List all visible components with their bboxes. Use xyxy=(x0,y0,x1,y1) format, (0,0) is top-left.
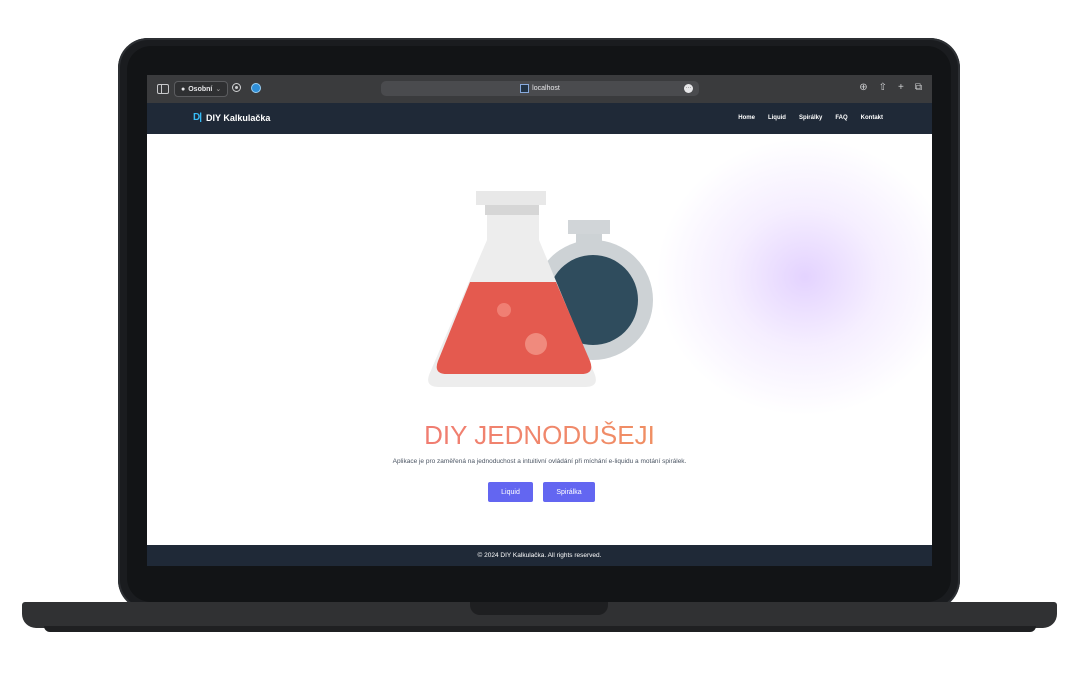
brand-logo-icon: D| xyxy=(193,112,202,123)
browser-window: ● Osobní ⌄ localhost ··· ⊕ ⇧ + ⧉ D| DIY … xyxy=(147,75,932,566)
download-icon[interactable]: ⊕ xyxy=(859,82,867,93)
liquid-button[interactable]: Liquid xyxy=(488,482,533,502)
nav-link-kontakt[interactable]: Kontakt xyxy=(861,115,883,121)
sidebar-toggle-icon[interactable] xyxy=(157,84,169,94)
share-icon[interactable]: ⇧ xyxy=(879,82,887,93)
spiralka-button[interactable]: Spirálka xyxy=(543,482,595,502)
extension-blue-icon[interactable] xyxy=(251,83,261,93)
laptop-base-shadow xyxy=(44,626,1036,632)
new-tab-icon[interactable]: + xyxy=(898,82,904,93)
nav-link-faq[interactable]: FAQ xyxy=(835,115,847,121)
tab-overview-icon[interactable]: ⧉ xyxy=(915,82,922,93)
footer-text: © 2024 DIY Kalkulačka. All rights reserv… xyxy=(477,552,602,559)
nav-links: Home Liquid Spirálky FAQ Kontakt xyxy=(738,115,883,121)
extension-icon[interactable] xyxy=(232,83,241,92)
browser-toolbar: ● Osobní ⌄ localhost ··· ⊕ ⇧ + ⧉ xyxy=(147,75,932,103)
url-text: localhost xyxy=(532,85,560,92)
chevron-down-icon: ⌄ xyxy=(215,86,222,93)
hero-title: DIY JEDNODUŠEJI xyxy=(147,420,932,451)
profile-button[interactable]: ● Osobní ⌄ xyxy=(174,81,229,97)
flasks-illustration-icon xyxy=(428,191,653,387)
profile-label: Osobní xyxy=(188,85,213,93)
hero-description: Aplikace je pro zaměřená na jednoduchost… xyxy=(392,458,687,465)
address-bar[interactable]: localhost ··· xyxy=(381,81,699,96)
brand[interactable]: D| DIY Kalkulačka xyxy=(193,112,270,123)
ellipsis-icon[interactable]: ··· xyxy=(684,84,693,93)
toolbar-right-actions: ⊕ ⇧ + ⧉ xyxy=(859,82,922,93)
footer: © 2024 DIY Kalkulačka. All rights reserv… xyxy=(147,545,932,566)
nav-link-spiralky[interactable]: Spirálky xyxy=(799,115,822,121)
favicon-icon xyxy=(520,84,530,93)
nav-link-home[interactable]: Home xyxy=(738,115,755,121)
site-navbar: D| DIY Kalkulačka Home Liquid Spirálky F… xyxy=(147,103,932,134)
background-glow xyxy=(655,137,932,417)
nav-link-liquid[interactable]: Liquid xyxy=(768,115,786,121)
person-icon: ● xyxy=(181,85,186,93)
laptop-notch xyxy=(470,602,608,615)
brand-name: DIY Kalkulačka xyxy=(206,112,271,123)
